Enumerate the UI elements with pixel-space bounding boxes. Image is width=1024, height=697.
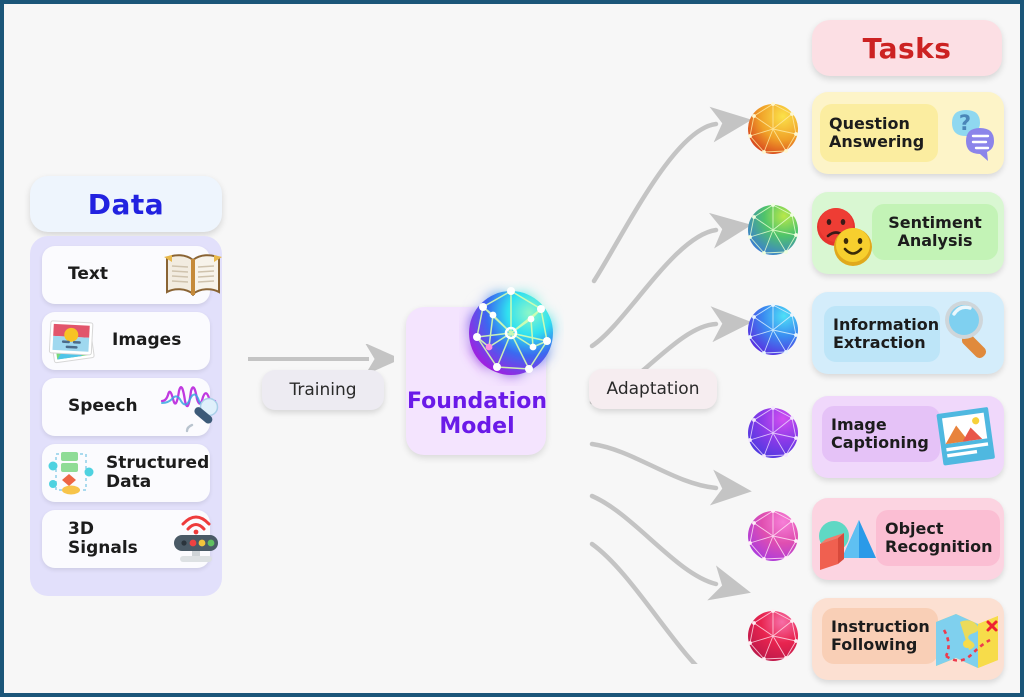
task-label: Sentiment Analysis bbox=[888, 212, 982, 250]
foundation-model-label-line2: Model bbox=[439, 413, 515, 439]
task-label: Image Captioning bbox=[831, 414, 929, 452]
data-item-images[interactable]: Images bbox=[42, 312, 210, 370]
task-card-information-extraction[interactable]: Information Extraction bbox=[812, 292, 1004, 374]
adaptation-label: Adaptation bbox=[589, 369, 717, 409]
data-title-label: Data bbox=[87, 187, 165, 221]
green-blue-sphere-icon bbox=[748, 203, 798, 255]
adaptation-label-text: Adaptation bbox=[606, 379, 700, 399]
open-book-icon bbox=[162, 250, 224, 300]
diagram-canvas: Data Text Images Speech Structured Data … bbox=[0, 0, 1024, 697]
task-card-image-captioning[interactable]: Image Captioning bbox=[812, 396, 1004, 478]
task-label-highlight: Object Recognition bbox=[876, 510, 1000, 566]
framed-picture-icon bbox=[936, 407, 995, 466]
data-item-3d-signals[interactable]: 3D Signals bbox=[42, 510, 218, 568]
lidar-sensor-icon bbox=[164, 513, 224, 565]
microphone-wave-icon bbox=[160, 381, 224, 433]
data-item-label: Structured Data bbox=[106, 452, 210, 492]
task-label-highlight: Question Answering bbox=[820, 104, 938, 162]
task-card-object-recognition[interactable]: Object Recognition bbox=[812, 498, 1004, 580]
task-label-highlight: Sentiment Analysis bbox=[872, 204, 998, 260]
folded-map-icon bbox=[936, 614, 998, 668]
violet-magenta-sphere-icon bbox=[748, 406, 798, 458]
task-card-sentiment-analysis[interactable]: Sentiment Analysis bbox=[812, 192, 1004, 274]
task-label-highlight: Image Captioning bbox=[822, 406, 940, 462]
task-label: Instruction Following bbox=[831, 616, 930, 654]
polyhedral-sphere-icon bbox=[469, 287, 553, 375]
task-label-highlight: Instruction Following bbox=[822, 608, 938, 664]
data-item-label: 3D Signals bbox=[68, 518, 138, 558]
task-label: Object Recognition bbox=[885, 518, 993, 556]
blue-violet-sphere-icon bbox=[748, 303, 798, 355]
task-card-question-answering[interactable]: Question Answering ? bbox=[812, 92, 1004, 174]
crimson-pink-sphere-icon bbox=[748, 609, 798, 661]
pink-magenta-sphere-icon bbox=[748, 509, 798, 561]
data-item-label: Text bbox=[68, 264, 108, 285]
shapes-icon bbox=[819, 520, 876, 570]
tasks-section-title: Tasks bbox=[812, 20, 1002, 76]
foundation-model-label-line1: Foundation bbox=[406, 389, 547, 414]
task-card-instruction-following[interactable]: Instruction Following bbox=[812, 598, 1004, 680]
speech-balloons-icon: ? bbox=[952, 110, 994, 161]
data-item-label: Images bbox=[112, 330, 182, 351]
orange-yellow-sphere-icon bbox=[748, 102, 798, 154]
foundation-model-label: Foundation Model bbox=[402, 389, 552, 439]
flowchart-icon bbox=[46, 448, 98, 498]
magnifying-glass-icon bbox=[945, 301, 987, 359]
sad-happy-faces-icon bbox=[817, 208, 872, 266]
data-item-structured-data[interactable]: Structured Data bbox=[42, 444, 210, 502]
svg-text:?: ? bbox=[959, 111, 971, 135]
data-item-speech[interactable]: Speech bbox=[42, 378, 219, 436]
data-item-label: Speech bbox=[68, 396, 138, 417]
data-section-title: Data bbox=[30, 176, 222, 232]
data-items-panel: Text Images Speech Structured Data 3D Si… bbox=[30, 236, 222, 596]
tasks-title-label: Tasks bbox=[862, 31, 952, 65]
task-label-highlight: Information Extraction bbox=[824, 306, 940, 362]
task-label: Information Extraction bbox=[833, 314, 940, 352]
data-item-text[interactable]: Text bbox=[42, 246, 222, 304]
training-label-text: Training bbox=[289, 380, 357, 400]
training-label: Training bbox=[262, 370, 384, 410]
photos-icon bbox=[46, 316, 104, 366]
task-label: Question Answering bbox=[829, 113, 925, 151]
